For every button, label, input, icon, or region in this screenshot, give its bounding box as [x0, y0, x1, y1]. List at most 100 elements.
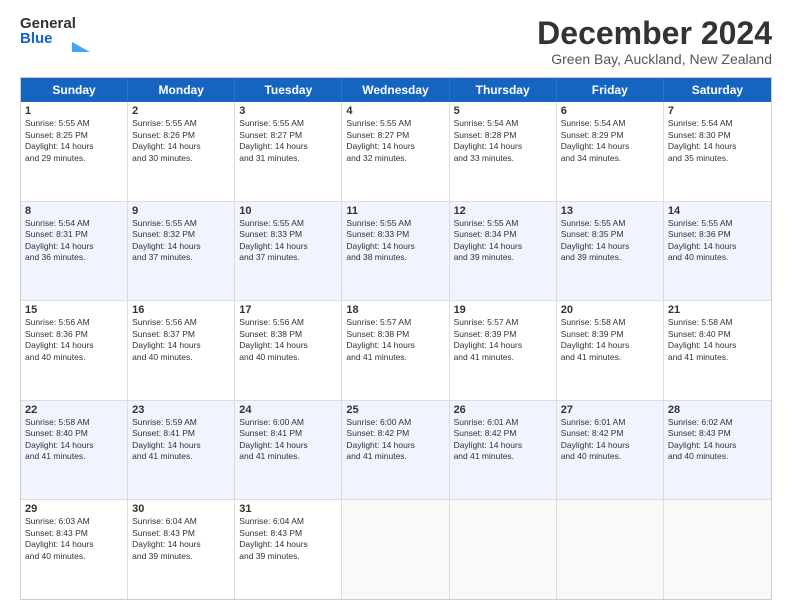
- day-number: 9: [132, 205, 230, 217]
- day-info: Sunrise: 5:55 AM Sunset: 8:35 PM Dayligh…: [561, 218, 659, 264]
- day-info: Sunrise: 5:55 AM Sunset: 8:27 PM Dayligh…: [239, 118, 337, 164]
- calendar-cell: [342, 500, 449, 599]
- page: General Blue December 2024 Green Bay, Au…: [0, 0, 792, 612]
- day-number: 26: [454, 404, 552, 416]
- day-number: 22: [25, 404, 123, 416]
- day-number: 4: [346, 105, 444, 117]
- day-info: Sunrise: 5:54 AM Sunset: 8:28 PM Dayligh…: [454, 118, 552, 164]
- day-number: 25: [346, 404, 444, 416]
- day-info: Sunrise: 5:55 AM Sunset: 8:36 PM Dayligh…: [668, 218, 767, 264]
- calendar-cell: 6Sunrise: 5:54 AM Sunset: 8:29 PM Daylig…: [557, 102, 664, 201]
- day-number: 8: [25, 205, 123, 217]
- day-info: Sunrise: 5:56 AM Sunset: 8:38 PM Dayligh…: [239, 317, 337, 363]
- day-info: Sunrise: 5:56 AM Sunset: 8:37 PM Dayligh…: [132, 317, 230, 363]
- day-number: 13: [561, 205, 659, 217]
- calendar-cell: 12Sunrise: 5:55 AM Sunset: 8:34 PM Dayli…: [450, 202, 557, 301]
- calendar-header-cell: Saturday: [664, 78, 771, 102]
- day-info: Sunrise: 5:58 AM Sunset: 8:40 PM Dayligh…: [25, 417, 123, 463]
- calendar-cell: 2Sunrise: 5:55 AM Sunset: 8:26 PM Daylig…: [128, 102, 235, 201]
- calendar-cell: 9Sunrise: 5:55 AM Sunset: 8:32 PM Daylig…: [128, 202, 235, 301]
- calendar-cell: 28Sunrise: 6:02 AM Sunset: 8:43 PM Dayli…: [664, 401, 771, 500]
- day-number: 15: [25, 304, 123, 316]
- day-number: 20: [561, 304, 659, 316]
- day-info: Sunrise: 5:59 AM Sunset: 8:41 PM Dayligh…: [132, 417, 230, 463]
- calendar-cell: 23Sunrise: 5:59 AM Sunset: 8:41 PM Dayli…: [128, 401, 235, 500]
- day-number: 14: [668, 205, 767, 217]
- day-info: Sunrise: 5:56 AM Sunset: 8:36 PM Dayligh…: [25, 317, 123, 363]
- day-number: 16: [132, 304, 230, 316]
- day-number: 6: [561, 105, 659, 117]
- day-info: Sunrise: 5:55 AM Sunset: 8:27 PM Dayligh…: [346, 118, 444, 164]
- day-info: Sunrise: 5:57 AM Sunset: 8:38 PM Dayligh…: [346, 317, 444, 363]
- calendar-cell: 22Sunrise: 5:58 AM Sunset: 8:40 PM Dayli…: [21, 401, 128, 500]
- calendar-cell: 21Sunrise: 5:58 AM Sunset: 8:40 PM Dayli…: [664, 301, 771, 400]
- calendar-cell: 13Sunrise: 5:55 AM Sunset: 8:35 PM Dayli…: [557, 202, 664, 301]
- calendar-cell: 19Sunrise: 5:57 AM Sunset: 8:39 PM Dayli…: [450, 301, 557, 400]
- logo-wing-icon: [72, 42, 90, 52]
- day-number: 1: [25, 105, 123, 117]
- day-info: Sunrise: 5:58 AM Sunset: 8:39 PM Dayligh…: [561, 317, 659, 363]
- main-title: December 2024: [537, 16, 772, 51]
- day-number: 29: [25, 503, 123, 515]
- logo-word: General Blue: [20, 16, 90, 52]
- day-info: Sunrise: 6:00 AM Sunset: 8:42 PM Dayligh…: [346, 417, 444, 463]
- title-block: December 2024 Green Bay, Auckland, New Z…: [537, 16, 772, 67]
- day-number: 10: [239, 205, 337, 217]
- calendar-cell: 27Sunrise: 6:01 AM Sunset: 8:42 PM Dayli…: [557, 401, 664, 500]
- day-number: 2: [132, 105, 230, 117]
- calendar-header-cell: Monday: [128, 78, 235, 102]
- calendar: SundayMondayTuesdayWednesdayThursdayFrid…: [20, 77, 772, 600]
- logo-general-text: General: [20, 16, 90, 31]
- calendar-cell: [664, 500, 771, 599]
- day-number: 19: [454, 304, 552, 316]
- calendar-cell: 7Sunrise: 5:54 AM Sunset: 8:30 PM Daylig…: [664, 102, 771, 201]
- calendar-cell: 10Sunrise: 5:55 AM Sunset: 8:33 PM Dayli…: [235, 202, 342, 301]
- day-number: 18: [346, 304, 444, 316]
- calendar-row: 8Sunrise: 5:54 AM Sunset: 8:31 PM Daylig…: [21, 202, 771, 302]
- day-info: Sunrise: 5:57 AM Sunset: 8:39 PM Dayligh…: [454, 317, 552, 363]
- calendar-cell: 14Sunrise: 5:55 AM Sunset: 8:36 PM Dayli…: [664, 202, 771, 301]
- day-number: 27: [561, 404, 659, 416]
- subtitle: Green Bay, Auckland, New Zealand: [537, 51, 772, 67]
- day-number: 17: [239, 304, 337, 316]
- calendar-cell: 24Sunrise: 6:00 AM Sunset: 8:41 PM Dayli…: [235, 401, 342, 500]
- day-number: 3: [239, 105, 337, 117]
- calendar-header-cell: Wednesday: [342, 78, 449, 102]
- calendar-cell: 29Sunrise: 6:03 AM Sunset: 8:43 PM Dayli…: [21, 500, 128, 599]
- day-info: Sunrise: 6:01 AM Sunset: 8:42 PM Dayligh…: [454, 417, 552, 463]
- day-number: 7: [668, 105, 767, 117]
- day-info: Sunrise: 5:55 AM Sunset: 8:33 PM Dayligh…: [239, 218, 337, 264]
- day-number: 30: [132, 503, 230, 515]
- day-info: Sunrise: 5:55 AM Sunset: 8:34 PM Dayligh…: [454, 218, 552, 264]
- calendar-row: 29Sunrise: 6:03 AM Sunset: 8:43 PM Dayli…: [21, 500, 771, 599]
- calendar-cell: 4Sunrise: 5:55 AM Sunset: 8:27 PM Daylig…: [342, 102, 449, 201]
- day-info: Sunrise: 6:00 AM Sunset: 8:41 PM Dayligh…: [239, 417, 337, 463]
- day-number: 21: [668, 304, 767, 316]
- calendar-body: 1Sunrise: 5:55 AM Sunset: 8:25 PM Daylig…: [21, 102, 771, 599]
- day-info: Sunrise: 6:02 AM Sunset: 8:43 PM Dayligh…: [668, 417, 767, 463]
- calendar-cell: 30Sunrise: 6:04 AM Sunset: 8:43 PM Dayli…: [128, 500, 235, 599]
- day-info: Sunrise: 6:04 AM Sunset: 8:43 PM Dayligh…: [132, 516, 230, 562]
- day-number: 5: [454, 105, 552, 117]
- day-info: Sunrise: 6:04 AM Sunset: 8:43 PM Dayligh…: [239, 516, 337, 562]
- calendar-cell: 15Sunrise: 5:56 AM Sunset: 8:36 PM Dayli…: [21, 301, 128, 400]
- day-info: Sunrise: 5:54 AM Sunset: 8:30 PM Dayligh…: [668, 118, 767, 164]
- day-number: 11: [346, 205, 444, 217]
- calendar-cell: 16Sunrise: 5:56 AM Sunset: 8:37 PM Dayli…: [128, 301, 235, 400]
- day-info: Sunrise: 5:58 AM Sunset: 8:40 PM Dayligh…: [668, 317, 767, 363]
- calendar-cell: 26Sunrise: 6:01 AM Sunset: 8:42 PM Dayli…: [450, 401, 557, 500]
- day-info: Sunrise: 5:55 AM Sunset: 8:26 PM Dayligh…: [132, 118, 230, 164]
- calendar-header-cell: Friday: [557, 78, 664, 102]
- calendar-cell: 18Sunrise: 5:57 AM Sunset: 8:38 PM Dayli…: [342, 301, 449, 400]
- calendar-header-cell: Thursday: [450, 78, 557, 102]
- day-info: Sunrise: 5:55 AM Sunset: 8:32 PM Dayligh…: [132, 218, 230, 264]
- day-number: 24: [239, 404, 337, 416]
- calendar-cell: 17Sunrise: 5:56 AM Sunset: 8:38 PM Dayli…: [235, 301, 342, 400]
- calendar-header-cell: Tuesday: [235, 78, 342, 102]
- logo: General Blue: [20, 16, 90, 52]
- calendar-cell: 8Sunrise: 5:54 AM Sunset: 8:31 PM Daylig…: [21, 202, 128, 301]
- day-number: 23: [132, 404, 230, 416]
- day-info: Sunrise: 6:01 AM Sunset: 8:42 PM Dayligh…: [561, 417, 659, 463]
- day-info: Sunrise: 5:54 AM Sunset: 8:31 PM Dayligh…: [25, 218, 123, 264]
- calendar-cell: [450, 500, 557, 599]
